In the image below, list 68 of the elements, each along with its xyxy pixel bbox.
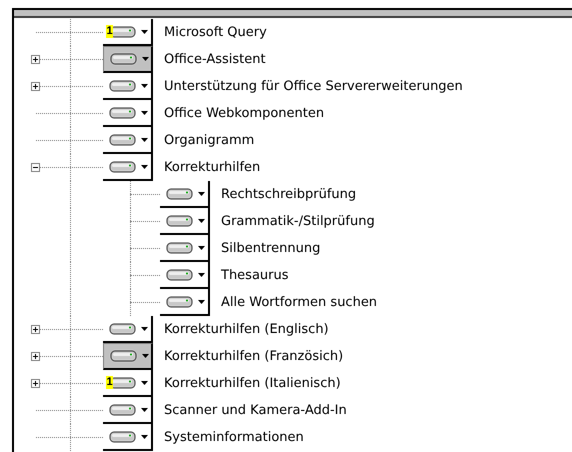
expand-toggle[interactable]	[31, 163, 40, 172]
drive-icon	[109, 430, 137, 444]
feature-label: Grammatik-/Stilprüfung	[221, 214, 375, 229]
caret-icon	[142, 57, 149, 61]
feature-label: Office-Assistent	[164, 52, 266, 67]
install-option-button[interactable]	[103, 46, 153, 73]
drive-icon	[109, 160, 137, 174]
drive-icon	[166, 268, 194, 282]
caret-icon	[141, 326, 148, 330]
caret-icon	[198, 192, 205, 196]
drive-icon	[166, 214, 194, 228]
feature-label: Rechtschreibprüfung	[221, 187, 356, 202]
caret-icon	[141, 30, 148, 34]
caret-icon	[142, 354, 149, 358]
drive-icon	[109, 106, 137, 120]
drive-icon	[166, 186, 194, 200]
feature-label: Silbentrennung	[221, 241, 320, 256]
caret-icon	[141, 164, 148, 168]
install-option-button[interactable]	[160, 235, 210, 262]
feature-label: Organigramm	[164, 133, 254, 148]
caret-icon	[141, 84, 148, 88]
caret-icon	[141, 408, 148, 412]
drive-icon	[109, 322, 137, 336]
install-option-button[interactable]	[103, 73, 153, 100]
install-option-button[interactable]	[103, 100, 153, 127]
caret-icon	[198, 300, 205, 304]
feature-label: Systeminformationen	[164, 430, 304, 445]
install-option-button[interactable]: 1	[103, 370, 153, 397]
first-use-badge: 1	[106, 25, 113, 38]
feature-label: Microsoft Query	[164, 25, 267, 40]
install-option-button[interactable]	[160, 208, 210, 235]
drive-icon	[109, 78, 137, 92]
caret-icon	[141, 138, 148, 142]
caret-icon	[141, 380, 148, 384]
expand-toggle[interactable]	[31, 379, 40, 388]
feature-label: Korrekturhilfen	[164, 160, 260, 175]
drive-icon	[109, 402, 137, 416]
expand-toggle[interactable]	[31, 352, 40, 361]
install-option-button[interactable]	[103, 424, 153, 451]
install-option-button[interactable]	[160, 262, 210, 289]
drive-icon	[109, 132, 137, 146]
feature-label: Unterstützung für Office Servererweiterungen	[164, 79, 463, 94]
feature-label: Korrekturhilfen (Englisch)	[164, 322, 329, 337]
expand-toggle[interactable]	[31, 82, 40, 91]
feature-label: Korrekturhilfen (Italienisch)	[164, 376, 341, 391]
drive-icon	[110, 52, 138, 66]
caret-icon	[141, 434, 148, 438]
drive-icon	[166, 240, 194, 254]
caret-icon	[198, 218, 205, 222]
drive-icon	[110, 349, 138, 363]
first-use-badge: 1	[106, 376, 113, 389]
feature-label: Korrekturhilfen (Französich)	[164, 349, 344, 364]
expand-toggle[interactable]	[31, 55, 40, 64]
caret-icon	[198, 246, 205, 250]
feature-label: Alle Wortformen suchen	[221, 295, 378, 310]
install-option-button[interactable]	[160, 289, 210, 316]
caret-icon	[141, 110, 148, 114]
install-option-button[interactable]	[103, 343, 153, 370]
install-option-button[interactable]	[103, 397, 153, 424]
feature-label: Office Webkomponenten	[164, 106, 324, 121]
feature-label: Thesaurus	[221, 268, 289, 283]
expand-toggle[interactable]	[31, 325, 40, 334]
install-option-button[interactable]: 1	[103, 19, 153, 46]
drive-icon	[166, 294, 194, 308]
caret-icon	[198, 272, 205, 276]
install-option-button[interactable]	[103, 127, 153, 154]
feature-label: Scanner und Kamera-Add-In	[164, 403, 347, 418]
install-option-button[interactable]	[103, 154, 153, 181]
